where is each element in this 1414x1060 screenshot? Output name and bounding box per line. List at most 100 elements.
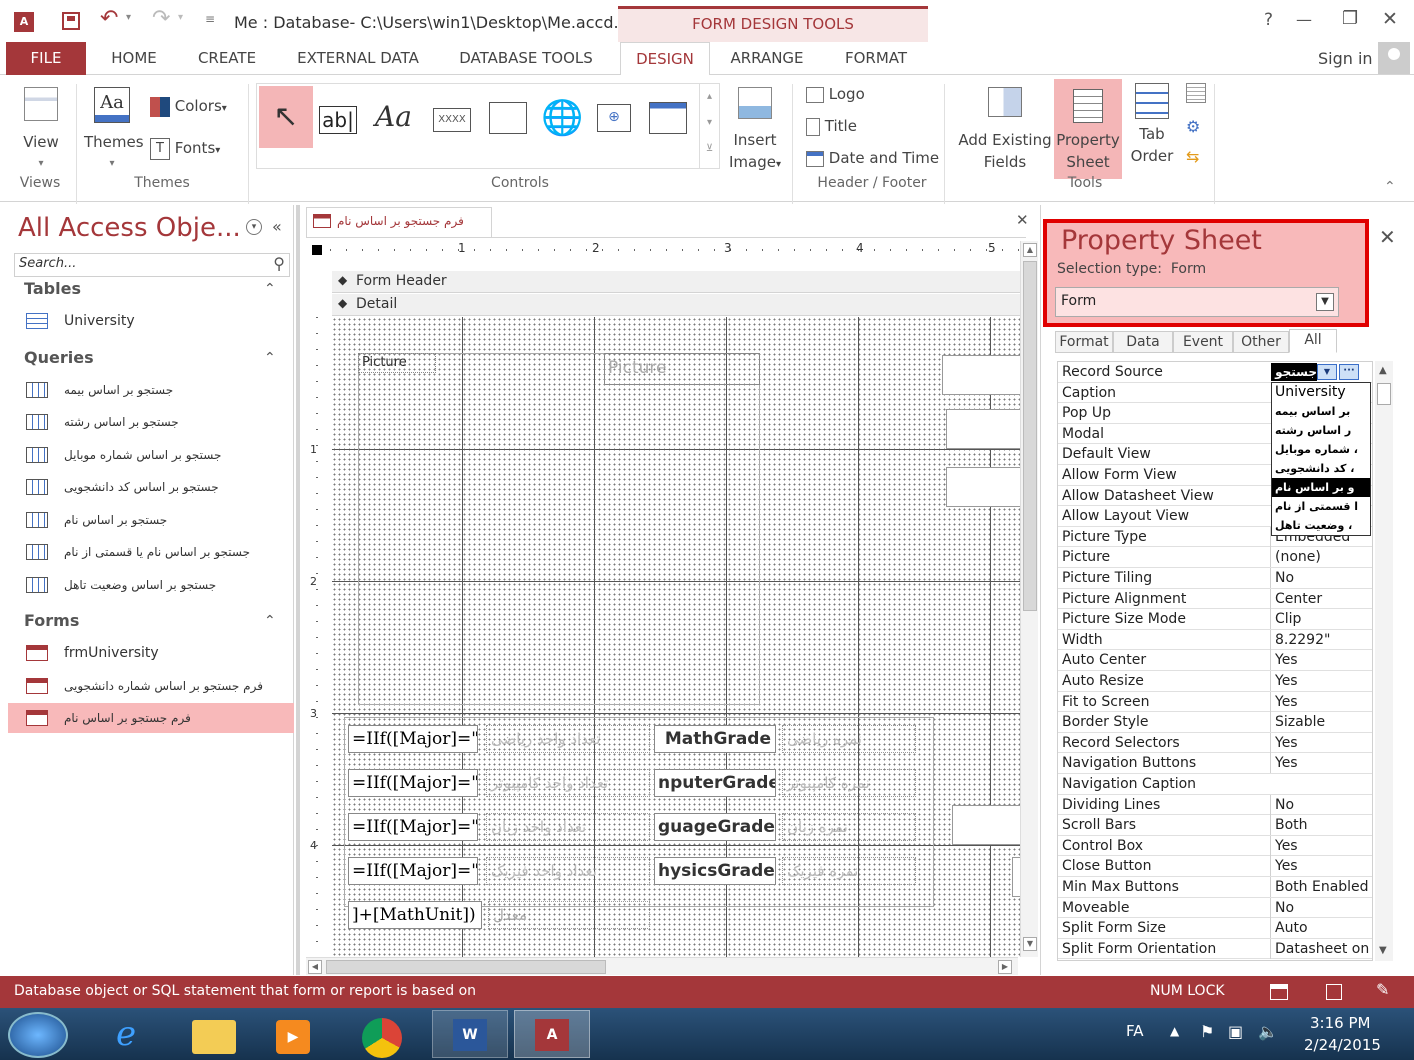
average-field[interactable]: معدل [488,901,650,929]
nav-collapse-icon[interactable]: « [272,217,282,236]
customize-qat-icon[interactable]: ≡ [205,12,215,26]
dropdown-option[interactable]: University [1272,383,1370,402]
convert-macros-icon[interactable]: ⇆ [1186,147,1199,166]
grade-caption-label[interactable]: نمره فیزیک [782,857,916,885]
nav-section-tables[interactable]: Tables [24,279,81,298]
scroll-up-icon[interactable]: ▲ [1379,365,1387,376]
property-row[interactable]: Close Button Yes [1058,856,1372,877]
collapse-chevron-icon[interactable]: ⌃ [264,350,276,366]
major-iif-expression[interactable]: =IIf([Major]=" [348,857,478,885]
scroll-thumb[interactable] [1377,383,1391,405]
access-logo-icon[interactable]: A [14,12,34,32]
property-row[interactable]: Navigation Buttons Yes [1058,753,1372,774]
access-taskbar-button[interactable]: A [514,1010,590,1058]
nav-item[interactable]: جستجو بر اساس کد دانشجویی [24,472,294,502]
selection-dropdown[interactable]: Form ▼ [1055,287,1339,317]
hyperlink-globe-icon[interactable]: 🌐 [541,98,583,138]
record-source-dropdown-button[interactable]: ▼ [1317,364,1337,380]
tab-other[interactable]: Other [1233,331,1289,353]
nav-section-queries[interactable]: Queries [24,348,94,367]
sign-in-link[interactable]: Sign in [1318,49,1373,68]
dropdown-option[interactable]: و بر اساس نام [1272,478,1370,497]
property-row[interactable]: Control Box Yes [1058,835,1372,857]
horizontal-ruler[interactable]: 1 2 3 4 5 [330,241,1022,259]
media-player-icon[interactable]: ▶ [276,1020,310,1054]
tab-arrange[interactable]: ARRANGE [720,42,814,75]
tab-event[interactable]: Event [1173,331,1233,353]
property-row[interactable]: Split Form Orientation Datasheet on [1058,938,1372,960]
scroll-up-icon[interactable]: ▲ [1023,243,1037,257]
mathunit-expression[interactable]: ]+[MathUnit]) [348,901,482,929]
unit-count-label[interactable]: تعداد واحد زبان [486,813,650,841]
nav-item[interactable]: University [24,306,294,336]
property-row[interactable]: Split Form Size Auto [1058,918,1372,939]
property-value[interactable]: No [1270,794,1372,815]
title-button[interactable]: Title [806,115,857,137]
detail-design-grid[interactable]: Picture Picture =IIf([Major]=" تعداد واحد… [332,317,1020,957]
nav-menu-icon[interactable]: ▾ [246,219,262,235]
nav-item[interactable]: فرم جستجو بر اساس شماره دانشجویی [24,671,294,701]
language-indicator[interactable]: FA [1126,1022,1144,1040]
nav-search-input[interactable]: Search... ⚲ [14,253,290,277]
property-row[interactable]: Picture Size Mode Clip [1058,609,1372,630]
property-row[interactable]: Fit to Screen Yes [1058,691,1372,713]
unit-count-label[interactable]: تعداد واحد ریاضی [486,725,650,753]
scroll-down-icon[interactable]: ▼ [1023,937,1037,951]
picture-label[interactable]: Picture [358,353,436,373]
dropdown-option[interactable]: ا قسمتی از نام [1272,497,1370,516]
save-icon[interactable] [62,12,80,30]
tab-file[interactable]: FILE [6,42,86,75]
close-button[interactable]: ✕ [1382,8,1398,30]
tab-home[interactable]: HOME [96,42,172,75]
chevron-down-icon[interactable]: ▼ [1316,293,1334,311]
property-value[interactable]: Yes [1270,753,1372,774]
unit-count-label[interactable]: تعداد واحد فیزیک [486,857,650,885]
grade-field[interactable]: hysicsGrade [654,857,776,885]
property-value[interactable]: Yes [1270,835,1372,856]
record-source-value[interactable]: جستجو [1271,363,1317,381]
property-value[interactable]: Clip [1270,609,1372,630]
property-sheet-close-button[interactable]: ✕ [1379,225,1396,249]
property-value[interactable]: Center [1270,588,1372,609]
tab-data[interactable]: Data [1113,331,1173,353]
clock-date[interactable]: 2/24/2015 [1304,1036,1381,1054]
grade-caption-label[interactable]: نمره ریاضی [782,725,916,753]
detail-section-bar[interactable]: ◆ Detail [332,294,1022,316]
form-header-section-bar[interactable]: ◆ Form Header [332,271,1022,293]
logo-button[interactable]: Logo [806,83,865,105]
scroll-left-icon[interactable]: ◀ [308,960,322,974]
property-row[interactable]: Border Style Sizable [1058,712,1372,733]
nav-item[interactable]: frmUniversity [24,638,294,668]
property-value[interactable]: Yes [1270,856,1372,877]
label-control-button[interactable]: Aa [375,100,412,133]
redo-icon[interactable]: ↷ [152,6,170,31]
tab-format[interactable]: Format [1055,331,1113,353]
property-value[interactable]: Both Enabled [1270,877,1372,897]
grade-caption-label[interactable]: نمره کامپیوتر [782,769,916,797]
collapse-chevron-icon[interactable]: ⌃ [264,613,276,629]
start-button[interactable] [8,1012,68,1058]
property-row[interactable]: Dividing Lines No [1058,794,1372,816]
add-existing-fields-button[interactable]: Add Existing Fields [958,87,1052,173]
tab-database-tools[interactable]: DATABASE TOOLS [448,42,604,75]
view-code-icon[interactable] [1186,83,1206,103]
clock-time[interactable]: 3:16 PM [1310,1014,1370,1032]
minimize-button[interactable]: — [1296,10,1312,29]
nav-item[interactable]: جستجو بر اساس وضعیت تاهل [24,570,294,600]
property-value[interactable]: (none) [1270,547,1372,568]
hscroll-thumb[interactable] [326,960,606,974]
dropdown-option[interactable]: ، شماره موبایل [1272,440,1370,459]
right-control-1[interactable] [942,355,1020,395]
textbox-control-button[interactable]: ab| [319,106,357,134]
property-value[interactable]: Sizable [1270,712,1372,733]
nav-item[interactable]: جستجو بر اساس شماره موبایل [24,440,294,470]
nav-title[interactable]: All Access Obje... [18,213,241,243]
tab-order-button[interactable]: Tab Order [1126,83,1178,167]
tab-control-icon[interactable] [489,102,527,134]
dropdown-option[interactable]: بر اساس بیمه [1272,402,1370,421]
major-iif-expression[interactable]: =IIf([Major]=" [348,725,478,753]
view-button[interactable]: View ▾ [18,87,64,175]
property-value[interactable]: No [1270,568,1372,588]
property-value[interactable]: Yes [1270,650,1372,671]
chrome-icon[interactable] [362,1018,402,1058]
